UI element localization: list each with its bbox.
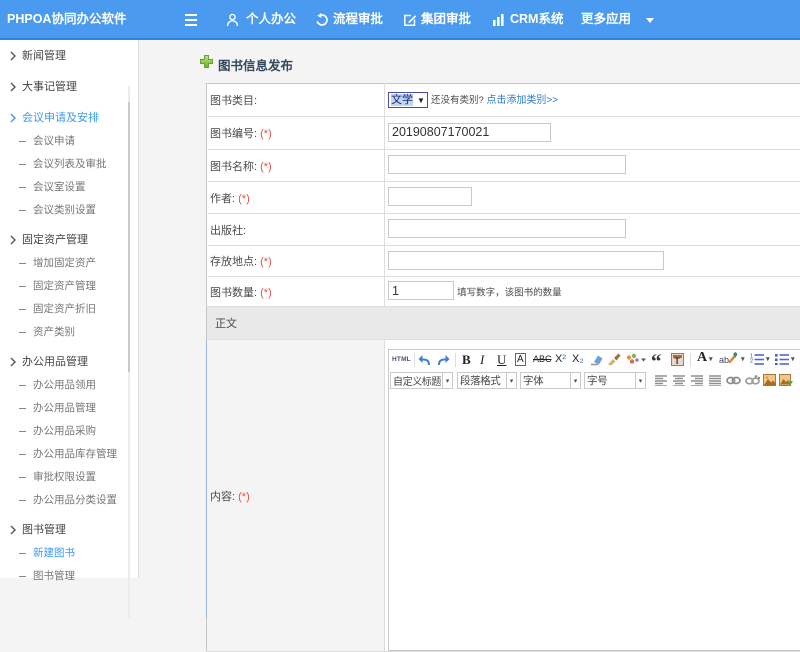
svg-text:T: T <box>674 356 680 366</box>
svg-text:2: 2 <box>750 359 753 365</box>
svg-text:ab: ab <box>719 355 729 365</box>
